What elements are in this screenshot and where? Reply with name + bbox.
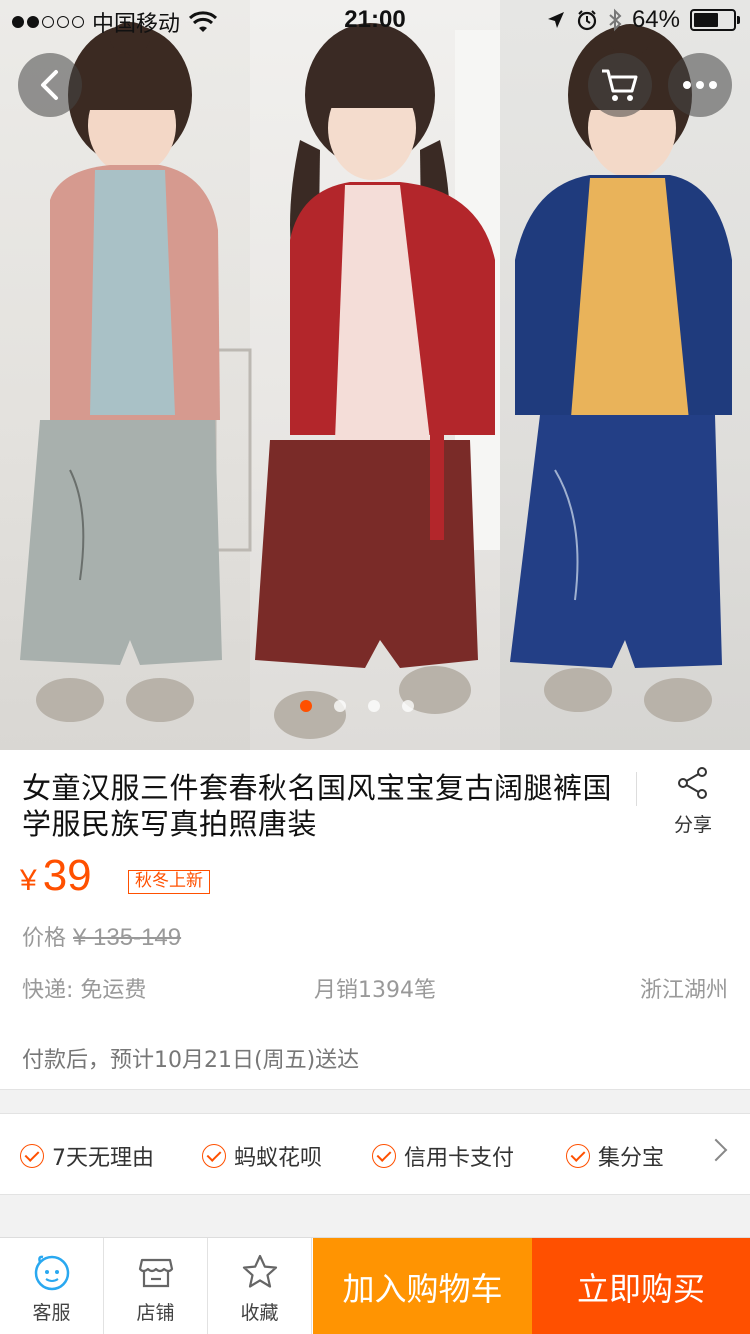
price: 39 bbox=[42, 851, 92, 900]
service-item: 集分宝 bbox=[566, 1140, 664, 1172]
pager-dot bbox=[368, 700, 380, 712]
shop-button[interactable]: 店铺 bbox=[104, 1238, 208, 1334]
share-button[interactable]: 分享 bbox=[660, 766, 726, 837]
service-label: 集分宝 bbox=[598, 1146, 665, 1171]
monthly-sales: 月销1394笔 bbox=[314, 978, 436, 1003]
back-button[interactable] bbox=[18, 53, 82, 117]
product-title: 女童汉服三件套春秋名国风宝宝复古阔腿裤国学服民族写真拍照唐装 bbox=[22, 771, 613, 841]
status-right: 64% bbox=[546, 6, 740, 34]
more-button[interactable] bbox=[668, 53, 732, 117]
chevron-right-icon[interactable] bbox=[704, 1138, 728, 1162]
delivery-estimate: 付款后，预计10月21日(周五)送达 bbox=[22, 1048, 360, 1073]
bottom-action-bar: 客服 店铺 收藏 加入购物车 立即购买 bbox=[0, 1237, 750, 1334]
alarm-icon bbox=[577, 10, 597, 31]
original-price: 价格 ¥ 135-149 bbox=[22, 920, 181, 952]
buy-now-button[interactable]: 立即购买 bbox=[532, 1238, 750, 1334]
favorite-button[interactable]: 收藏 bbox=[208, 1238, 312, 1334]
check-circle-icon bbox=[202, 1144, 226, 1168]
back-icon bbox=[41, 70, 58, 100]
customer-service-label: 客服 bbox=[32, 1302, 71, 1324]
ship-from-location: 浙江湖州 bbox=[639, 978, 728, 1003]
price-row: ¥ 39 bbox=[20, 851, 92, 901]
service-label: 蚂蚁花呗 bbox=[234, 1146, 323, 1171]
original-price-label: 价格 bbox=[22, 926, 67, 951]
service-item: 信用卡支付 bbox=[372, 1140, 514, 1172]
customer-service-button[interactable]: 客服 bbox=[0, 1238, 104, 1334]
share-label: 分享 bbox=[673, 814, 712, 836]
service-label: 7天无理由 bbox=[52, 1146, 154, 1171]
cart-icon bbox=[602, 69, 638, 101]
status-bar: 中国移动 21:00 64% bbox=[0, 0, 750, 40]
shop-icon bbox=[138, 1258, 173, 1288]
add-to-cart-button[interactable]: 加入购物车 bbox=[313, 1238, 532, 1334]
battery-icon bbox=[690, 9, 740, 31]
cart-button[interactable] bbox=[588, 53, 652, 117]
promo-tag: 秋冬上新 bbox=[128, 870, 210, 894]
service-item: 7天无理由 bbox=[20, 1140, 154, 1172]
shipping-info: 快递: 免运费 bbox=[22, 978, 147, 1003]
favorite-label: 收藏 bbox=[240, 1302, 279, 1324]
bluetooth-icon bbox=[609, 8, 622, 32]
more-icon bbox=[683, 81, 717, 89]
check-circle-icon bbox=[20, 1144, 44, 1168]
product-illustration bbox=[20, 22, 732, 739]
pager-dot bbox=[402, 700, 414, 712]
service-label: 信用卡支付 bbox=[404, 1146, 515, 1171]
customer-service-icon bbox=[34, 1255, 69, 1291]
pager-dot bbox=[300, 700, 312, 712]
service-item: 蚂蚁花呗 bbox=[202, 1140, 322, 1172]
shop-label: 店铺 bbox=[136, 1302, 175, 1324]
check-circle-icon bbox=[372, 1144, 396, 1168]
star-icon bbox=[242, 1254, 277, 1288]
location-arrow-icon bbox=[547, 12, 564, 28]
share-icon bbox=[678, 767, 707, 799]
product-info: 女童汉服三件套春秋名国风宝宝复古阔腿裤国学服民族写真拍照唐装 分享 ¥ 39 秋… bbox=[0, 750, 750, 1090]
original-price-value: ¥ 135-149 bbox=[73, 924, 182, 951]
divider bbox=[636, 772, 637, 806]
service-guarantees[interactable]: 7天无理由 蚂蚁花呗 信用卡支付 集分宝 bbox=[0, 1113, 750, 1195]
check-circle-icon bbox=[566, 1144, 590, 1168]
product-image-gallery[interactable] bbox=[0, 0, 750, 750]
gallery-pager bbox=[300, 700, 414, 712]
pager-dot bbox=[334, 700, 346, 712]
battery-percent: 64% bbox=[631, 6, 680, 33]
currency-symbol: ¥ bbox=[20, 864, 37, 897]
